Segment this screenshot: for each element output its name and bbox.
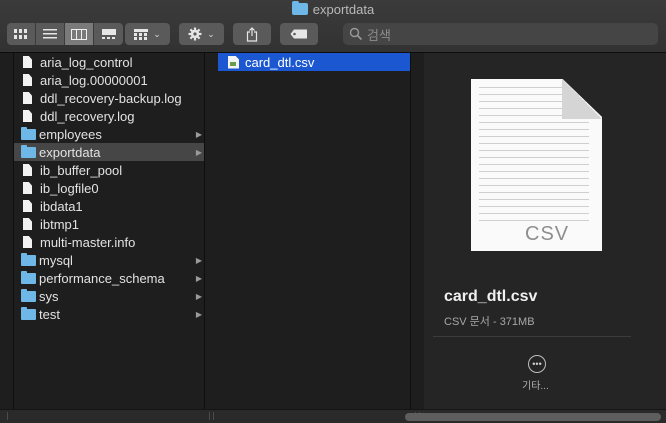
folder-icon	[21, 144, 36, 158]
group-icon	[134, 28, 149, 40]
list-view-icon	[43, 29, 57, 39]
preview-filename: card_dtl.csv	[444, 288, 538, 305]
gallery-view-button[interactable]	[94, 23, 123, 45]
folder-icon	[21, 126, 36, 140]
file-row[interactable]: ibdata1	[14, 197, 204, 215]
gear-icon	[188, 27, 202, 41]
item-label: employees	[39, 126, 102, 142]
search-input[interactable]: 검색	[367, 25, 391, 44]
folder-row[interactable]: mysql ▶	[14, 251, 204, 269]
chevron-down-icon: ⌄	[207, 28, 215, 39]
file-row[interactable]: ib_buffer_pool	[14, 161, 204, 179]
item-label: ib_logfile0	[40, 180, 99, 196]
file-row[interactable]: aria_log_control	[14, 53, 204, 71]
chevron-right-icon: ▶	[195, 255, 202, 265]
csv-icon-label: CSV	[525, 223, 570, 245]
document-icon	[23, 74, 32, 86]
folder-row[interactable]: performance_schema ▶	[14, 269, 204, 287]
file-row[interactable]: aria_log.00000001	[14, 71, 204, 89]
file-row[interactable]: ibtmp1	[14, 215, 204, 233]
document-icon	[23, 56, 32, 68]
file-row[interactable]: ddl_recovery.log	[14, 107, 204, 125]
item-label: sys	[39, 288, 59, 304]
folder-row[interactable]: test ▶	[14, 305, 204, 323]
csv-file-icon	[228, 55, 239, 69]
more-button[interactable]: •••	[528, 355, 546, 373]
search-icon	[349, 27, 363, 41]
document-icon	[23, 164, 32, 176]
folder-row[interactable]: sys ▶	[14, 287, 204, 305]
search-field[interactable]: 검색	[343, 23, 658, 45]
document-icon	[23, 182, 32, 194]
item-label: ddl_recovery.log	[40, 108, 135, 124]
page-curl	[562, 79, 602, 119]
ellipsis-icon: •••	[532, 358, 542, 369]
document-icon	[23, 236, 32, 248]
folder-row[interactable]: exportdata ▶	[14, 143, 204, 161]
column-2[interactable]: card_dtl.csv	[218, 53, 410, 409]
item-label: aria_log.00000001	[40, 72, 148, 88]
item-label: ddl_recovery-backup.log	[40, 90, 182, 106]
file-row[interactable]: ddl_recovery-backup.log	[14, 89, 204, 107]
column-view-icon	[71, 28, 87, 40]
column-resize-handle[interactable]	[7, 412, 8, 420]
column-divider[interactable]	[204, 53, 205, 422]
item-label: aria_log_control	[40, 54, 133, 70]
tag-button[interactable]	[280, 23, 318, 45]
folder-icon	[21, 288, 36, 302]
window-title-text: exportdata	[312, 2, 375, 17]
view-mode-segmented-control	[7, 23, 123, 45]
share-button[interactable]	[233, 23, 271, 45]
scrollbar-thumb[interactable]	[405, 413, 661, 421]
icon-view-icon	[14, 29, 27, 39]
icon-view-button[interactable]	[7, 23, 36, 45]
item-label: exportdata	[39, 144, 101, 160]
more-label[interactable]: 기타...	[522, 377, 549, 392]
column-resize-handle[interactable]	[209, 412, 210, 420]
preview-file-info: CSV 문서 - 371MB	[444, 316, 535, 328]
gallery-view-icon	[101, 29, 116, 39]
column-1[interactable]: aria_log_control aria_log.00000001 ddl_rec…	[14, 53, 204, 409]
column-divider[interactable]	[410, 53, 411, 422]
item-label: ibtmp1	[40, 216, 80, 232]
column-resize-handle[interactable]	[213, 412, 214, 420]
item-label: card_dtl.csv	[245, 54, 315, 70]
tag-icon	[290, 29, 307, 39]
document-icon	[23, 200, 32, 212]
group-button[interactable]: ⌄	[125, 23, 170, 45]
file-row[interactable]: multi-master.info	[14, 233, 204, 251]
item-label: ibdata1	[40, 198, 83, 214]
folder-icon	[21, 270, 36, 284]
folder-row[interactable]: employees ▶	[14, 125, 204, 143]
toolbar: exportdata ⌄ ⌄ 검색	[0, 0, 666, 53]
document-icon	[23, 110, 32, 122]
chevron-down-icon: ⌄	[153, 28, 161, 39]
item-label: multi-master.info	[40, 234, 136, 250]
list-view-button[interactable]	[36, 23, 65, 45]
file-row[interactable]: card_dtl.csv	[218, 53, 410, 71]
column-view-button[interactable]	[65, 23, 94, 45]
folder-icon	[291, 1, 308, 15]
preview-divider	[433, 336, 631, 337]
item-label: performance_schema	[39, 270, 165, 286]
action-button[interactable]: ⌄	[179, 23, 224, 45]
document-icon	[23, 218, 32, 230]
window-title: exportdata	[0, 1, 666, 17]
document-icon	[23, 92, 32, 104]
chevron-right-icon: ▶	[195, 147, 202, 157]
chevron-right-icon: ▶	[195, 129, 202, 139]
folder-icon	[21, 252, 36, 266]
file-row[interactable]: ib_logfile0	[14, 179, 204, 197]
item-label: ib_buffer_pool	[40, 162, 123, 178]
column-divider	[13, 53, 14, 422]
item-label: mysql	[39, 252, 73, 268]
chevron-right-icon: ▶	[195, 273, 202, 283]
chevron-right-icon: ▶	[195, 309, 202, 319]
folder-icon	[21, 306, 36, 320]
chevron-right-icon: ▶	[195, 291, 202, 301]
share-icon	[246, 26, 258, 42]
item-label: test	[39, 306, 60, 322]
